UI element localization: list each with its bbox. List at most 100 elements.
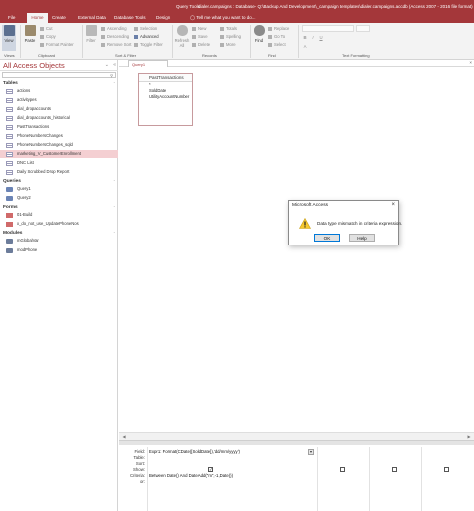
item-label: 01-Build — [17, 212, 33, 217]
ok-button[interactable]: OK — [314, 234, 340, 242]
nav-item-table[interactable]: actions — [0, 87, 118, 95]
grid-column-1[interactable]: Expr1: Format(CDate([SoldDate]),'dd/mm/y… — [147, 447, 317, 511]
format-painter-button[interactable]: Format Painter — [40, 41, 74, 48]
tab-file[interactable]: File — [3, 13, 21, 23]
clipboard-icon — [24, 25, 36, 36]
item-label: mGlobalVar — [17, 238, 39, 243]
delete-label: Delete — [198, 42, 211, 47]
font-size-select[interactable] — [356, 25, 370, 32]
table-icon — [6, 134, 13, 139]
nav-item-form[interactable]: x_do_not_use_UpdatePhoneNos — [0, 220, 118, 228]
nav-item-table[interactable]: activitypes — [0, 96, 118, 104]
remove-sort-button[interactable]: Remove Sort — [101, 41, 131, 48]
remove-sort-label: Remove Sort — [107, 42, 132, 47]
query-design-pane[interactable]: PastTransactions * SoldDate UtilityAccou… — [119, 67, 474, 440]
nav-search-input[interactable]: ⚲ — [2, 72, 116, 78]
underline-button[interactable]: U — [318, 34, 324, 41]
font-name-select[interactable] — [302, 25, 354, 32]
field-item[interactable]: UtilityAccountNumber — [139, 94, 192, 100]
field-cell[interactable]: Expr1: Format(CDate([SoldDate]),'dd/mm/y… — [149, 449, 317, 455]
search-icon: ⚲ — [110, 73, 113, 78]
show-checkbox[interactable]: ✓ — [208, 467, 213, 472]
tab-query1[interactable]: Query1 — [128, 60, 168, 67]
show-checkbox[interactable] — [444, 467, 449, 472]
nav-item-table-selected[interactable]: marketing_V_CustomerEnrollment — [0, 150, 118, 158]
grid-column-2[interactable] — [317, 447, 369, 511]
nav-section-queries[interactable]: Queries ˆ — [0, 178, 118, 185]
group-separator — [172, 25, 173, 58]
selection-button[interactable]: Selection — [134, 25, 157, 32]
nav-section-modules[interactable]: Modules ˆ — [0, 230, 118, 237]
grid-column-4[interactable] — [421, 447, 474, 511]
nav-item-table[interactable]: PastTransactions — [0, 123, 118, 131]
cut-button[interactable]: Cut — [40, 25, 53, 32]
nav-item-table[interactable]: dial_dropaccounts — [0, 105, 118, 113]
close-icon[interactable]: × — [391, 201, 395, 209]
dialog-message: Data type mismatch in criteria expressio… — [317, 221, 403, 226]
table-icon — [6, 107, 13, 112]
nav-item-table[interactable]: PhoneNumbersChanges — [0, 132, 118, 140]
paste-button[interactable]: Paste — [23, 25, 37, 51]
descending-button[interactable]: Descending — [101, 33, 129, 40]
nav-item-table[interactable]: Daily Scrubbed Drop Report — [0, 168, 118, 176]
advanced-button[interactable]: Advanced — [134, 33, 159, 40]
italic-button[interactable]: I — [310, 34, 316, 41]
bold-button[interactable]: B — [302, 34, 308, 41]
chevron-down-icon[interactable]: ⌄ — [105, 62, 109, 68]
group-separator — [82, 25, 83, 58]
show-checkbox[interactable] — [392, 467, 397, 472]
collapse-icon[interactable]: « — [113, 62, 116, 68]
tab-home[interactable]: Home — [27, 13, 48, 23]
grid-column-3[interactable] — [369, 447, 421, 511]
copy-button[interactable]: Copy — [40, 33, 56, 40]
nav-section-forms[interactable]: Forms ˆ — [0, 204, 118, 211]
design-horizontal-scrollbar[interactable]: ◀ ▶ — [119, 432, 474, 440]
magnifier-icon — [253, 25, 265, 36]
delete-record-button[interactable]: Delete — [192, 41, 210, 48]
field-list-pasttransactions[interactable]: PastTransactions * SoldDate UtilityAccou… — [138, 73, 193, 126]
tab-database-tools[interactable]: Database Tools — [114, 13, 152, 23]
nav-title: All Access Objects — [3, 61, 65, 70]
field-list-title[interactable]: PastTransactions — [139, 74, 192, 82]
save-record-button[interactable]: Save — [192, 33, 208, 40]
show-checkbox[interactable] — [340, 467, 345, 472]
tab-design[interactable]: Design — [156, 13, 176, 23]
ascending-button[interactable]: Ascending — [101, 25, 127, 32]
view-button[interactable]: View — [2, 25, 16, 51]
find-button[interactable]: Find — [252, 25, 266, 51]
nav-item-query[interactable]: Query2 — [0, 194, 118, 202]
nav-item-table[interactable]: dial_dropaccounts_historical — [0, 114, 118, 122]
totals-button[interactable]: Totals — [220, 25, 237, 32]
more-button[interactable]: More — [220, 41, 236, 48]
font-color-button[interactable]: A — [302, 43, 308, 50]
group-label-text-formatting: Text Formatting — [342, 53, 370, 58]
descending-label: Descending — [107, 34, 130, 39]
nav-item-table[interactable]: PhoneNumbersChanges_sqld — [0, 141, 118, 149]
toggle-filter-button[interactable]: Toggle Filter — [134, 41, 163, 48]
filter-button[interactable]: Filter — [84, 25, 98, 51]
nav-header[interactable]: All Access Objects ⌄ « — [0, 60, 118, 71]
close-icon[interactable]: × — [469, 60, 472, 65]
replace-button[interactable]: Replace — [268, 25, 289, 32]
help-button[interactable]: Help — [349, 234, 375, 242]
nav-section-tables[interactable]: Tables ˆ — [0, 80, 118, 87]
criteria-cell[interactable]: Between Date() And DateAdd("m",-1,Date()… — [149, 473, 317, 479]
nav-item-form[interactable]: 01-Build — [0, 211, 118, 219]
spelling-button[interactable]: Spelling — [220, 33, 241, 40]
nav-item-module[interactable]: modPhone — [0, 246, 118, 254]
tab-external-data[interactable]: External Data — [78, 13, 112, 23]
table-icon — [6, 125, 13, 130]
tell-me-box[interactable]: ◯ Tell me what you want to do... — [190, 13, 256, 23]
nav-item-table[interactable]: DNC List — [0, 159, 118, 167]
new-record-button[interactable]: New — [192, 25, 206, 32]
form-icon — [6, 222, 13, 227]
nav-item-module[interactable]: mGlobalVar — [0, 237, 118, 245]
select-button[interactable]: Select — [268, 41, 286, 48]
nav-item-query[interactable]: Query1 — [0, 185, 118, 193]
item-label: Daily Scrubbed Drop Report — [17, 169, 70, 174]
refresh-all-button[interactable]: Refresh All — [174, 25, 190, 51]
dropdown-arrow-icon[interactable]: ▼ — [308, 449, 314, 455]
query-design-grid: Field: Table: Sort: Show: Criteria: or: … — [119, 445, 474, 511]
go-to-button[interactable]: Go To — [268, 33, 285, 40]
tab-create[interactable]: Create — [52, 13, 76, 23]
